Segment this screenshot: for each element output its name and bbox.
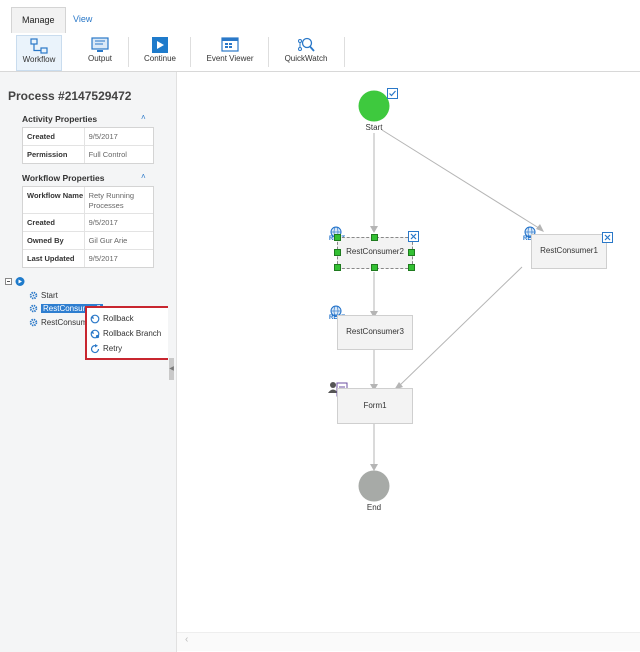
node-label: Form1 bbox=[363, 401, 387, 410]
property-row: Permission Full Control bbox=[23, 145, 153, 163]
output-icon bbox=[91, 37, 109, 52]
splitter-collapse-icon[interactable]: ◀ bbox=[169, 358, 174, 380]
ribbon-separator bbox=[344, 37, 345, 67]
tree-item-start[interactable]: Start bbox=[29, 290, 58, 302]
gear-icon bbox=[29, 305, 38, 313]
tab-manage[interactable]: Manage bbox=[11, 7, 66, 33]
checkbox-icon[interactable] bbox=[387, 88, 398, 99]
menu-item-retry[interactable]: Retry bbox=[90, 342, 122, 356]
resize-handle[interactable] bbox=[334, 234, 341, 241]
menu-item-label: Retry bbox=[103, 344, 123, 353]
resize-handle[interactable] bbox=[371, 264, 378, 271]
end-circle[interactable] bbox=[358, 470, 390, 502]
collapse-chevron-icon[interactable]: ˄ bbox=[141, 113, 146, 122]
workflow-button[interactable]: Workflow bbox=[16, 35, 62, 71]
menu-item-label: Rollback Branch bbox=[103, 329, 162, 338]
property-row: Owned By Gil Gur Arie bbox=[23, 231, 153, 249]
collapse-chevron-icon[interactable]: ˄ bbox=[141, 172, 146, 181]
horizontal-scrollbar[interactable]: ‹ bbox=[177, 632, 640, 651]
menu-item-rollback-branch[interactable]: Rollback Branch bbox=[90, 327, 161, 341]
close-icon[interactable] bbox=[408, 231, 419, 242]
quickwatch-icon bbox=[298, 37, 315, 52]
property-key: Permission bbox=[27, 150, 68, 159]
ribbon-separator bbox=[268, 37, 269, 67]
quickwatch-label: QuickWatch bbox=[284, 54, 328, 63]
property-row: Last Updated 9/5/2017 bbox=[23, 249, 153, 267]
property-key: Last Updated bbox=[27, 254, 75, 263]
activity-properties-table: Created 9/5/2017 Permission Full Control bbox=[22, 127, 154, 164]
activity-properties-heading: Activity Properties bbox=[22, 114, 98, 124]
continue-button[interactable]: Continue bbox=[138, 35, 182, 69]
retry-icon bbox=[90, 343, 100, 354]
play-icon bbox=[152, 37, 168, 53]
scroll-left-icon[interactable]: ‹ bbox=[185, 634, 188, 645]
workflow-properties-heading: Workflow Properties bbox=[22, 173, 105, 183]
resize-handle[interactable] bbox=[334, 264, 341, 271]
node-label: RestConsumer2 bbox=[346, 247, 404, 256]
workflow-canvas[interactable]: Start REST RestConsumer2 REST RestConsum… bbox=[177, 72, 640, 652]
workflow-label: Workflow bbox=[22, 55, 56, 64]
resize-handle[interactable] bbox=[408, 264, 415, 271]
connector-lines bbox=[370, 129, 544, 471]
quickwatch-button[interactable]: QuickWatch bbox=[280, 35, 332, 69]
gear-icon bbox=[29, 292, 38, 300]
tab-view[interactable]: View bbox=[63, 7, 102, 32]
start-circle[interactable] bbox=[358, 90, 390, 122]
output-label: Output bbox=[87, 54, 112, 63]
process-title: Process #2147529472 bbox=[8, 89, 132, 103]
tab-bar: Manage View bbox=[0, 0, 640, 34]
rollback-icon bbox=[90, 314, 100, 324]
properties-panel: Process #2147529472 Activity Properties … bbox=[0, 72, 168, 652]
output-button[interactable]: Output bbox=[78, 35, 122, 69]
property-value: Rety Running Processes bbox=[83, 187, 153, 213]
resize-handle[interactable] bbox=[334, 249, 341, 256]
end-label: End bbox=[366, 503, 382, 512]
menu-item-label: Rollback bbox=[103, 314, 134, 323]
ribbon-separator bbox=[128, 37, 129, 67]
resize-handle[interactable] bbox=[371, 234, 378, 241]
node-form1[interactable]: Form1 bbox=[337, 388, 413, 424]
property-value: 9/5/2017 bbox=[83, 250, 153, 267]
node-restconsumer3[interactable]: RestConsumer3 bbox=[337, 315, 413, 350]
property-value: Full Control bbox=[83, 146, 153, 163]
rollback-branch-icon bbox=[90, 329, 100, 339]
event-viewer-button[interactable]: Event Viewer bbox=[202, 35, 258, 69]
property-value: 9/5/2017 bbox=[83, 214, 153, 231]
ribbon-toolbar: Workflow Output Continue Event Viewer Qu… bbox=[0, 33, 640, 72]
resize-handle[interactable] bbox=[408, 249, 415, 256]
node-label: RestConsumer1 bbox=[540, 246, 598, 255]
property-key: Created bbox=[27, 218, 55, 227]
close-icon[interactable] bbox=[602, 232, 613, 243]
ribbon-separator bbox=[190, 37, 191, 67]
property-value: Gil Gur Arie bbox=[83, 232, 153, 249]
property-row: Created 9/5/2017 bbox=[23, 128, 153, 145]
node-restconsumer1[interactable]: RestConsumer1 bbox=[531, 234, 607, 269]
menu-item-rollback[interactable]: Rollback bbox=[90, 312, 134, 326]
continue-label: Continue bbox=[143, 54, 177, 63]
gear-icon bbox=[29, 319, 38, 327]
property-key: Created bbox=[27, 132, 55, 141]
tree-item-label: Start bbox=[41, 291, 58, 300]
workflow-properties-table: Workflow Name Rety Running Processes Cre… bbox=[22, 186, 154, 268]
workflow-icon bbox=[30, 38, 48, 54]
start-label: Start bbox=[365, 123, 383, 132]
node-label: RestConsumer3 bbox=[346, 327, 404, 336]
property-key: Workflow Name bbox=[27, 191, 84, 200]
event-viewer-icon bbox=[221, 37, 239, 52]
property-row: Workflow Name Rety Running Processes bbox=[23, 187, 153, 213]
property-value: 9/5/2017 bbox=[83, 128, 153, 145]
event-viewer-label: Event Viewer bbox=[206, 54, 254, 63]
property-row: Created 9/5/2017 bbox=[23, 213, 153, 231]
property-key: Owned By bbox=[27, 236, 64, 245]
tree-root-icon[interactable] bbox=[5, 276, 27, 287]
